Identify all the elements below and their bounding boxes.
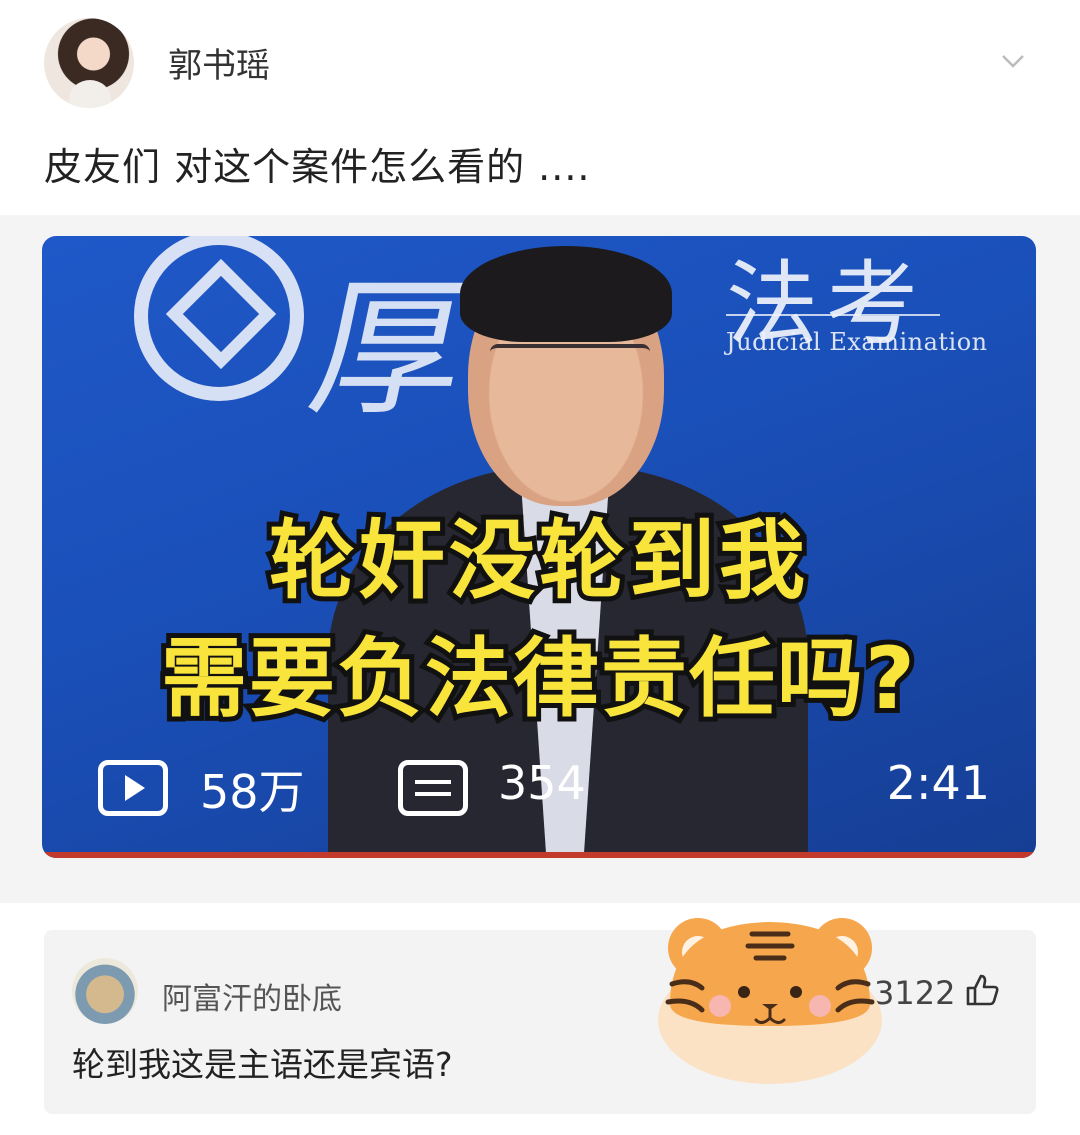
comment-text: 轮到我这是主语还是宾语? [72, 1045, 453, 1084]
like-count: 3122 [874, 974, 956, 1012]
brand-divider [726, 314, 940, 316]
headline-line-2: 需要负法律责任吗? [156, 624, 920, 734]
glasses-icon [490, 344, 650, 388]
danmu-count: 354 [498, 756, 586, 810]
video-stats: 58万 354 2:41 [98, 756, 996, 826]
presenter-hair [460, 246, 672, 342]
post-text: 皮友们 对这个案件怎么看的 .... [44, 145, 591, 189]
danmu-icon [398, 760, 468, 816]
headline-line-1: 轮奸没轮到我 [264, 506, 810, 616]
play-icon [98, 760, 168, 816]
thumbs-up-icon[interactable] [964, 972, 1000, 1008]
author-name[interactable]: 郭书瑶 [168, 38, 270, 87]
commenter-avatar[interactable] [72, 958, 138, 1024]
video-thumbnail[interactable]: 厚 法考 Judicial Examination 轮奸没轮到我 需要负法律责任… [42, 236, 1036, 858]
chevron-down-icon[interactable] [1000, 48, 1026, 74]
brand-subtitle: Judicial Examination [726, 328, 988, 356]
progress-bar [42, 852, 1036, 858]
hot-comment[interactable]: 阿富汗的卧底 轮到我这是主语还是宾语? 3122 [44, 930, 1036, 1114]
author-avatar[interactable] [44, 18, 134, 108]
tiger-sticker-icon [658, 918, 882, 1084]
commenter-name[interactable]: 阿富汗的卧底 [162, 974, 342, 1018]
brand-bg-char: 厚 [296, 263, 484, 437]
video-duration: 2:41 [886, 756, 990, 810]
logo-icon [134, 236, 304, 401]
view-count: 58万 [200, 765, 305, 819]
